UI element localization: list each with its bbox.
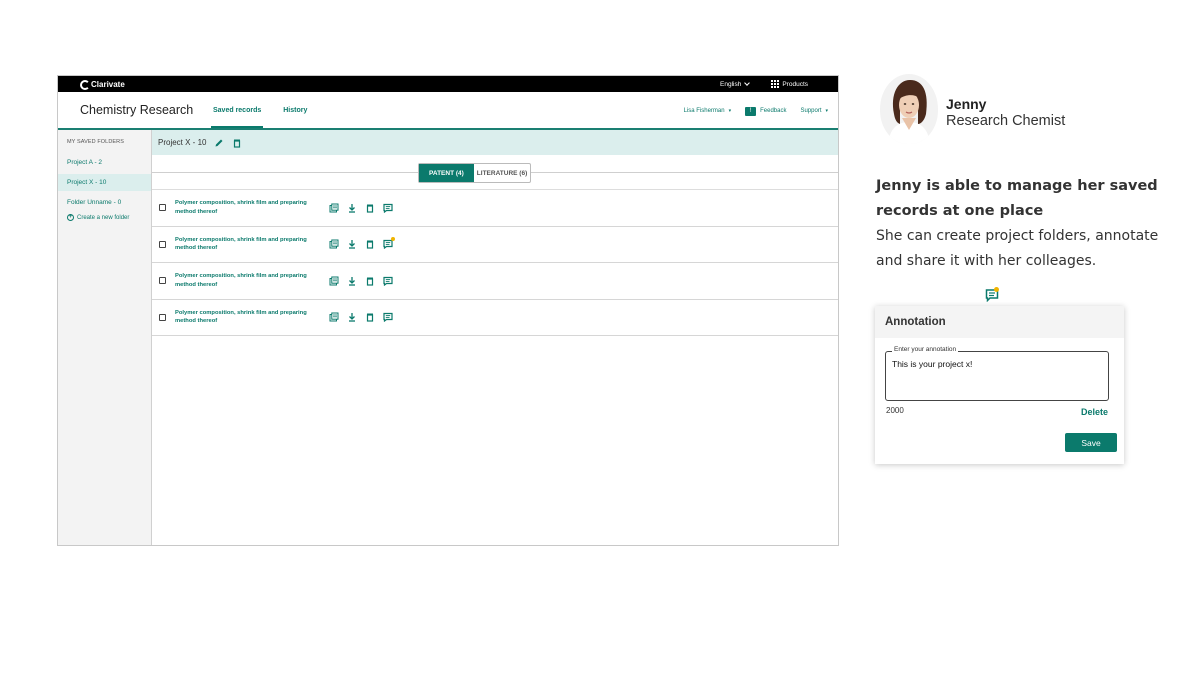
feedback-icon: ! <box>745 106 757 116</box>
character-count: 2000 <box>886 406 904 415</box>
tab-saved-records[interactable]: Saved records <box>210 92 264 128</box>
table-row: Polymer composition, shrink film and pre… <box>152 263 838 300</box>
record-title-link[interactable]: Polymer composition, shrink film and pre… <box>175 309 325 326</box>
view-record-icon[interactable] <box>329 276 339 286</box>
sidebar-item-folder-unname[interactable]: Folder Unname - 0 <box>58 194 151 211</box>
support-label: Support <box>800 108 822 114</box>
sidebar-item-project-a[interactable]: Project A - 2 <box>58 154 151 171</box>
tab-literature[interactable]: LITERATURE (6) <box>474 164 530 182</box>
download-icon[interactable] <box>347 203 357 213</box>
trash-icon[interactable] <box>365 239 375 249</box>
record-checkbox[interactable] <box>159 313 166 321</box>
table-row: Polymer composition, shrink film and pre… <box>152 300 838 336</box>
brand-name: Clarivate <box>91 79 125 89</box>
trash-icon[interactable] <box>365 276 375 286</box>
persona-name: Jenny <box>946 96 987 112</box>
annotation-icon <box>985 287 999 303</box>
app-window: Clarivate English Products Chemistry Res… <box>57 75 839 546</box>
comment-icon[interactable] <box>383 203 393 213</box>
annotation-field[interactable]: Enter your annotation This is your proje… <box>885 346 1109 401</box>
clarivate-logo-icon <box>80 80 90 90</box>
record-list: Polymer composition, shrink film and pre… <box>152 190 838 336</box>
caret-down-icon: ▾ <box>728 108 732 114</box>
tab-patent[interactable]: PATENT (4) <box>419 164 474 182</box>
annotation-title: Annotation <box>875 306 1124 338</box>
project-name: Project X - 10 <box>158 138 207 147</box>
top-bar: Clarivate English Products <box>58 76 838 92</box>
view-record-icon[interactable] <box>329 239 339 249</box>
edit-icon[interactable] <box>214 138 224 148</box>
record-checkbox[interactable] <box>159 204 166 212</box>
plus-circle-icon: + <box>67 214 74 221</box>
tab-history[interactable]: History <box>283 92 307 128</box>
delete-button[interactable]: Delete <box>1081 407 1108 417</box>
page: Clarivate English Products Chemistry Res… <box>0 0 1200 675</box>
record-type-switch: PATENT (4) LITERATURE (6) <box>152 155 838 190</box>
notification-dot <box>391 237 395 242</box>
comment-icon[interactable] <box>383 312 393 323</box>
trash-icon[interactable] <box>365 203 375 213</box>
app-header: Chemistry Research Saved records History… <box>58 92 838 130</box>
create-folder-label: Create a new folder <box>77 214 130 221</box>
record-title-link[interactable]: Polymer composition, shrink film and pre… <box>175 272 325 289</box>
page-title: Chemistry Research <box>80 103 194 117</box>
grid-icon <box>771 80 780 88</box>
create-folder-button[interactable]: + Create a new folder <box>58 214 151 221</box>
sidebar-item-project-x[interactable]: Project X - 10 <box>58 174 151 191</box>
persona-description: She can create project folders, annotate… <box>876 228 1159 269</box>
record-title-link[interactable]: Polymer composition, shrink film and pre… <box>175 236 325 253</box>
avatar <box>880 74 938 144</box>
project-bar: Project X - 10 <box>152 130 838 155</box>
download-icon[interactable] <box>347 312 357 322</box>
chevron-down-icon <box>744 80 751 86</box>
table-row: Polymer composition, shrink film and pre… <box>152 190 838 227</box>
trash-icon[interactable] <box>365 312 375 322</box>
persona-role: Research Chemist <box>946 113 1066 129</box>
save-button[interactable]: Save <box>1065 433 1117 452</box>
support-menu[interactable]: Support ▾ <box>800 108 828 114</box>
feedback-label: Feedback <box>760 108 787 114</box>
annotation-card: Annotation Enter your annotation This is… <box>875 306 1124 464</box>
comment-icon[interactable] <box>383 276 393 286</box>
sidebar-heading: MY SAVED FOLDERS <box>67 139 125 145</box>
persona-headline: Jenny is able to manage her saved record… <box>876 178 1158 219</box>
view-record-icon[interactable] <box>329 312 339 322</box>
sidebar: MY SAVED FOLDERS Project A - 2 Project X… <box>58 130 152 545</box>
download-icon[interactable] <box>347 239 357 249</box>
language-label: English <box>720 80 742 88</box>
caret-down-icon: ▾ <box>825 108 828 114</box>
download-icon[interactable] <box>347 276 357 286</box>
feedback-link[interactable]: ! Feedback <box>745 106 787 116</box>
record-checkbox[interactable] <box>159 277 166 285</box>
user-menu[interactable]: Lisa Fisherman ▾ <box>684 108 732 114</box>
view-record-icon[interactable] <box>329 203 339 213</box>
products-menu[interactable]: Products <box>771 80 808 88</box>
notification-dot <box>994 287 999 292</box>
brand-logo[interactable]: Clarivate <box>80 79 125 90</box>
table-row: Polymer composition, shrink film and pre… <box>152 227 838 263</box>
language-selector[interactable]: English <box>720 80 751 88</box>
record-title-link[interactable]: Polymer composition, shrink film and pre… <box>175 199 325 216</box>
main-content: Project X - 10 PATENT (4) LITERATURE (6) <box>152 130 838 545</box>
annotation-field-label: Enter your annotation <box>892 346 959 353</box>
comment-icon[interactable] <box>383 237 395 250</box>
trash-icon[interactable] <box>232 138 242 148</box>
products-label: Products <box>782 80 808 88</box>
record-checkbox[interactable] <box>159 240 166 248</box>
annotation-text: This is your project x! <box>892 359 973 369</box>
user-name: Lisa Fisherman <box>683 108 725 114</box>
